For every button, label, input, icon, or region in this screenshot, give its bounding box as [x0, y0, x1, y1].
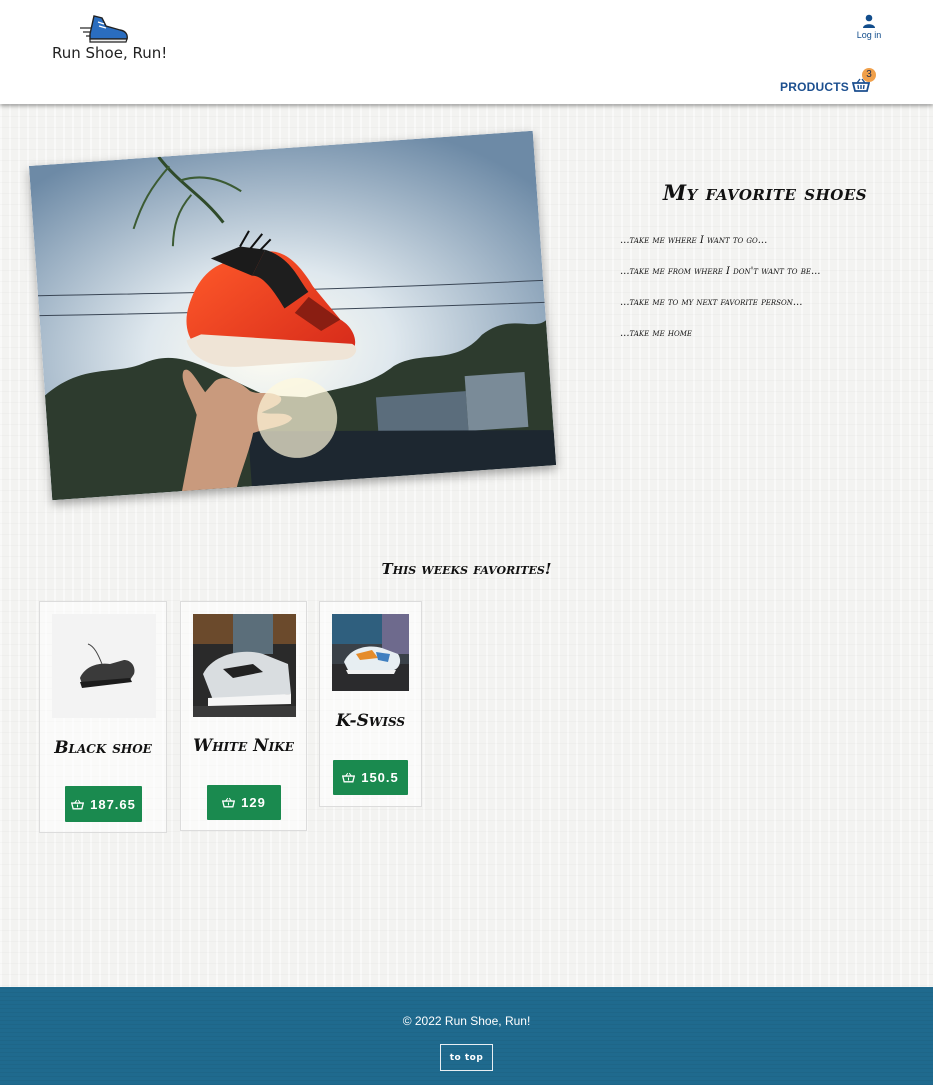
user-icon: [863, 14, 875, 28]
add-to-cart-button[interactable]: 129: [207, 785, 281, 820]
login-button[interactable]: Log in: [850, 14, 888, 40]
hero-line: ...take me from where I don't want to be…: [620, 266, 821, 277]
product-name: K-Swiss: [335, 711, 406, 731]
site-footer: © 2022 Run Shoe, Run! to top: [0, 987, 933, 1085]
running-shoe-logo-icon: [80, 15, 128, 43]
add-to-cart-button[interactable]: 150.5: [333, 760, 408, 795]
basket-icon: [222, 797, 236, 808]
copyright-text: © 2022 Run Shoe, Run!: [402, 1014, 531, 1028]
product-card[interactable]: White Nike 129: [180, 601, 307, 831]
basket-icon: [71, 799, 85, 809]
product-card[interactable]: Black shoe 187.65: [39, 601, 167, 833]
hero-line: ...take me home: [620, 328, 692, 339]
product-name: Black shoe: [54, 738, 152, 758]
basket-icon: [342, 772, 356, 783]
products-nav-link[interactable]: PRODUCTS: [780, 80, 849, 94]
product-name: White Nike: [193, 736, 294, 756]
login-label: Log in: [856, 30, 882, 40]
cart-button[interactable]: 3: [852, 68, 876, 94]
hero-line: ...take me to my next favorite person...: [620, 297, 803, 308]
product-image: [332, 614, 409, 691]
product-image: [52, 614, 156, 718]
product-price: 187.65: [90, 796, 136, 812]
product-card[interactable]: K-Swiss 150.5: [319, 601, 422, 807]
favorite-shoes-quote: My favorite shoes ...take me where I wan…: [620, 180, 910, 339]
cart-count-badge: 3: [862, 68, 876, 82]
brand-link[interactable]: Run Shoe, Run!: [50, 10, 170, 66]
site-header: Run Shoe, Run! Log in PRODUCTS 3: [0, 0, 933, 104]
to-top-button[interactable]: to top: [440, 1044, 493, 1071]
hero-line: ...take me where I want to go...: [620, 235, 768, 246]
favorites-title: This weeks favorites!: [381, 560, 552, 578]
hero-shoe-photo: [28, 130, 557, 501]
product-price: 150.5: [361, 770, 399, 785]
product-image: [193, 614, 296, 717]
product-price: 129: [241, 795, 266, 810]
brand-name: Run Shoe, Run!: [52, 44, 168, 62]
add-to-cart-button[interactable]: 187.65: [65, 786, 142, 822]
hero-title: My favorite shoes: [662, 180, 868, 205]
